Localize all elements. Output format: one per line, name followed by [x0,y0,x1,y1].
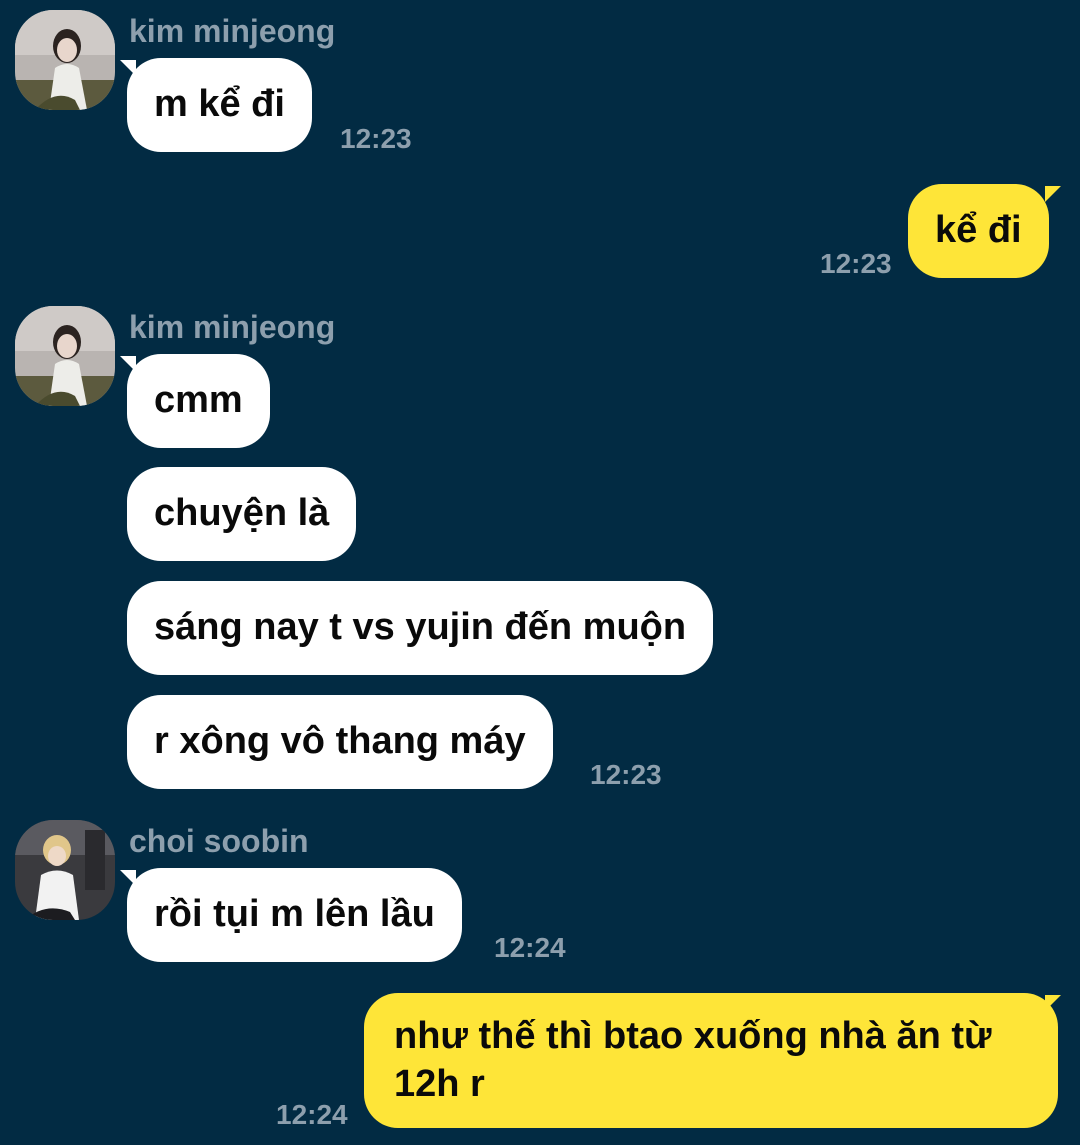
message-timestamp: 12:23 [820,248,892,279]
message-bubble-outgoing[interactable]: kể đi [908,184,1049,278]
girl-photo-avatar-icon [15,10,115,110]
message-timestamp: 12:24 [494,932,566,963]
sender-name: kim minjeong [129,309,336,345]
sender-name: choi soobin [129,823,309,859]
boy-photo-avatar-icon [15,820,115,920]
message-bubble[interactable]: rồi tụi m lên lầu [127,868,462,962]
message-text-line: như thế thì btao xuống nhà ăn từ [394,1015,992,1057]
message-bubble[interactable]: sáng nay t vs yujin đến muộn [127,581,714,675]
message-bubble[interactable]: r xông vô thang máy [127,695,553,789]
sender-name: kim minjeong [129,13,336,49]
message-timestamp: 12:23 [340,123,412,154]
message-bubble[interactable]: chuyện là [127,467,357,561]
girl-photo-avatar-icon [15,306,115,406]
avatar-kim-minjeong[interactable] [15,10,115,110]
message-text-line: 12h r [394,1063,485,1105]
message-bubble[interactable]: m kể đi [127,58,312,152]
avatar-choi-soobin[interactable] [15,820,115,920]
message-timestamp: 12:24 [276,1099,348,1130]
bubble-tail [1045,186,1061,202]
avatar-kim-minjeong[interactable] [15,306,115,406]
message-bubble[interactable]: cmm [127,354,270,448]
message-timestamp: 12:23 [590,759,662,790]
message-bubble-outgoing[interactable]: như thế thì btao xuống nhà ăn từ 12h r [364,993,1058,1128]
